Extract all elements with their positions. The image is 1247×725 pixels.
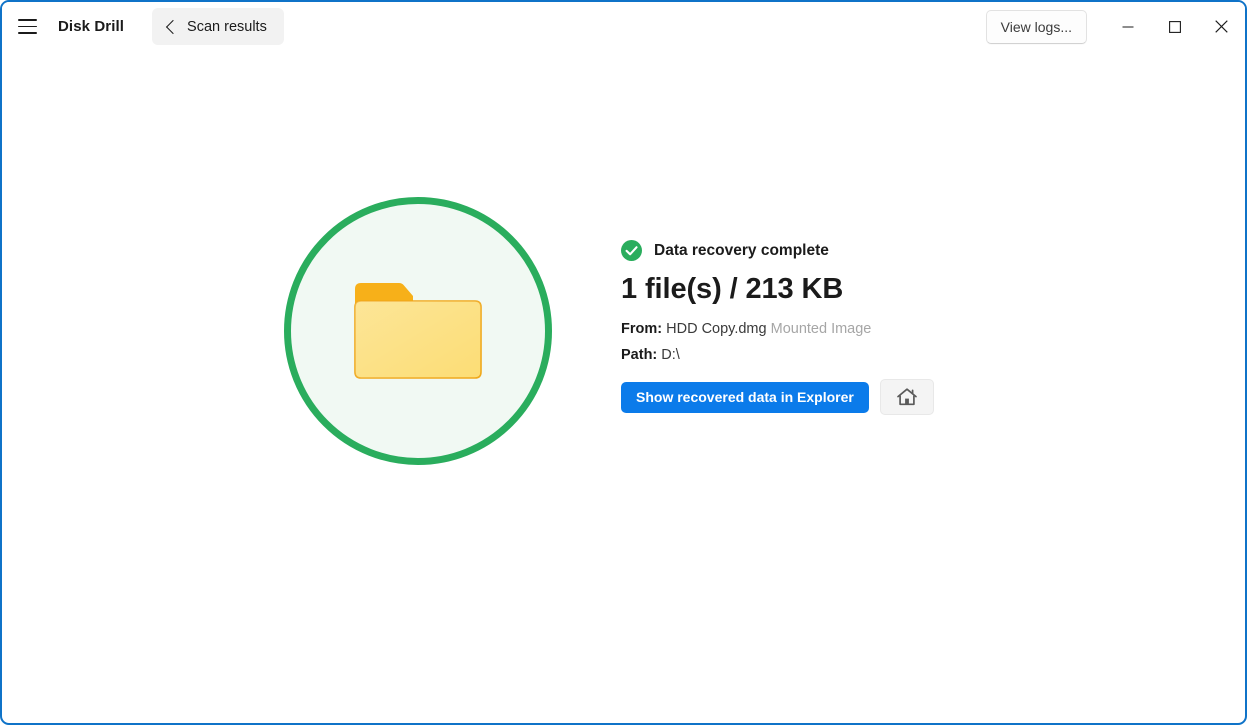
meta-from-line: From: HDD Copy.dmg Mounted Image (621, 322, 1101, 337)
app-title: Disk Drill (58, 18, 125, 35)
hamburger-menu-icon[interactable] (7, 10, 47, 44)
maximize-icon (1168, 20, 1181, 33)
home-button[interactable] (879, 379, 934, 416)
maximize-button[interactable] (1151, 2, 1198, 51)
meta-path-line: Path: D:\ (621, 348, 1101, 363)
status-text: Data recovery complete (654, 241, 829, 259)
path-label: Path: (621, 346, 658, 363)
main-content: Data recovery complete 1 file(s) / 213 K… (2, 51, 1245, 723)
chevron-left-icon (165, 19, 181, 34)
window-controls-group: View logs... (985, 2, 1245, 51)
recovery-summary-panel: Data recovery complete 1 file(s) / 213 K… (621, 240, 1101, 416)
title-bar: Disk Drill Scan results View logs... (2, 2, 1245, 51)
close-icon (1215, 20, 1228, 33)
from-value: HDD Copy.dmg (666, 321, 767, 338)
close-button[interactable] (1198, 2, 1245, 51)
status-row: Data recovery complete (621, 240, 1101, 261)
home-icon (897, 388, 917, 406)
app-window: Disk Drill Scan results View logs... Dat… (0, 0, 1247, 725)
minimize-button[interactable] (1104, 2, 1151, 51)
action-buttons-row: Show recovered data in Explorer (621, 379, 1101, 416)
from-label: From: (621, 321, 663, 338)
minimize-icon (1122, 25, 1133, 28)
from-note: Mounted Image (770, 321, 872, 338)
back-to-scan-results-button[interactable]: Scan results (152, 8, 284, 45)
back-button-label: Scan results (187, 18, 267, 35)
recovery-headline: 1 file(s) / 213 KB (621, 273, 844, 305)
show-recovered-data-button[interactable]: Show recovered data in Explorer (621, 381, 869, 413)
hamburger-line (17, 32, 37, 34)
recovery-meta: From: HDD Copy.dmg Mounted Image Path: D… (621, 322, 1101, 362)
folder-icon (354, 283, 482, 379)
check-circle-icon (621, 240, 642, 261)
hamburger-line (17, 25, 37, 28)
hamburger-line (17, 19, 37, 21)
recovery-hero-illustration (284, 197, 552, 465)
path-value: D:\ (661, 346, 680, 363)
view-logs-button[interactable]: View logs... (985, 9, 1087, 44)
